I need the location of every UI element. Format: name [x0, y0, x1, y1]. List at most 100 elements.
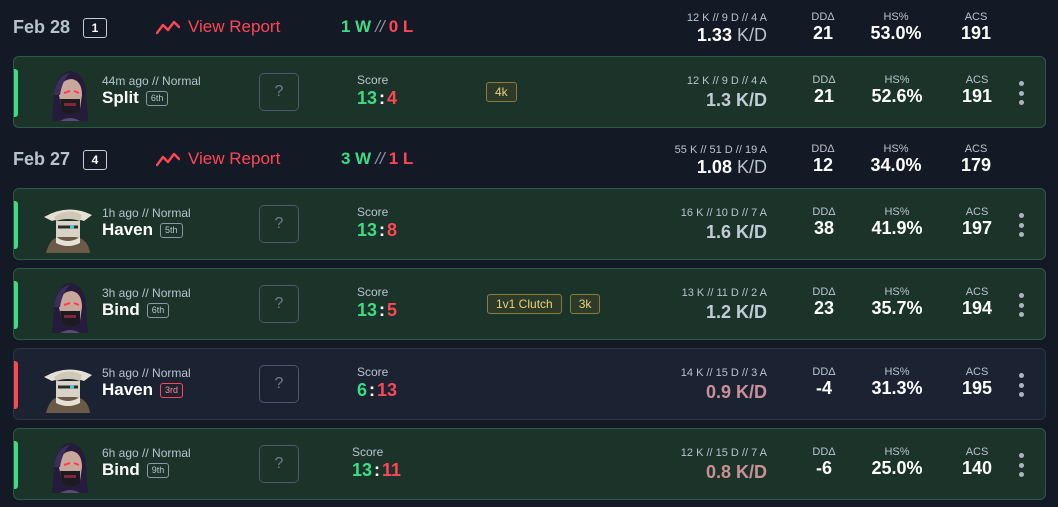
result-bar	[14, 441, 18, 489]
team-score: 13	[357, 300, 378, 320]
more-options-icon[interactable]	[1017, 373, 1025, 397]
hs-value: 35.7%	[871, 298, 923, 318]
match-card[interactable]: 1h ago // Normal Haven 5th ? Score 13:8 …	[13, 188, 1046, 260]
view-report-label: View Report	[188, 149, 281, 168]
win-loss-summary: 3 W//1 L	[341, 149, 413, 169]
match-hs-stat: HS% 25.0%	[863, 446, 931, 479]
dd-value: 21	[813, 86, 835, 106]
match-dd-stat: DDΔ 21	[801, 74, 847, 107]
result-bar	[14, 281, 18, 329]
match-kda: 12 K // 15 D // 7 A	[680, 447, 767, 459]
trend-chart-icon	[156, 152, 180, 167]
match-card[interactable]: 44m ago // Normal Split 6th ? Score 13:4…	[13, 56, 1046, 128]
hs-value: 41.9%	[871, 218, 923, 238]
acs-label: ACS	[965, 74, 989, 86]
match-acs-stat: ACS 194	[949, 286, 1005, 319]
hs-label: HS%	[883, 11, 909, 23]
match-hs-stat: HS% 31.3%	[863, 366, 931, 399]
day-header-feb-27: Feb 27 4 View Report 3 W//1 L 55 K // 51…	[0, 132, 1058, 186]
acs-value: 194	[961, 298, 993, 318]
more-options-icon[interactable]	[1017, 213, 1025, 237]
acs-value: 195	[961, 378, 993, 398]
losses-count: 0 L	[388, 17, 414, 36]
separator: //	[375, 17, 385, 36]
map-line: Haven 3rd	[102, 380, 184, 400]
enemy-score: 11	[382, 460, 402, 480]
score-label: Score	[357, 285, 389, 299]
map-name: Bind	[102, 460, 140, 479]
agent-reyna-portrait	[52, 283, 88, 333]
trend-chart-icon	[156, 20, 180, 35]
day-kda: 12 K // 9 D // 4 A	[686, 12, 767, 24]
acs-label: ACS	[965, 366, 989, 378]
dd-label: DDΔ	[811, 11, 835, 23]
match-meta: 6h ago // Normal	[102, 446, 191, 460]
unknown-rank-icon: ?	[259, 285, 299, 323]
match-acs-stat: ACS 197	[949, 206, 1005, 239]
score: Score 13:8	[357, 205, 397, 241]
map-name: Bind	[102, 300, 140, 319]
acs-label: ACS	[965, 446, 989, 458]
match-card[interactable]: 6h ago // Normal Bind 9th ? Score 13:11 …	[13, 428, 1046, 500]
dd-label: DDΔ	[812, 206, 836, 218]
map-line: Haven 5th	[102, 220, 183, 240]
day-acs-stat: ACS 191	[948, 11, 1004, 44]
result-bar	[14, 361, 18, 409]
badge: 1v1 Clutch	[487, 294, 562, 314]
losses-count: 1 L	[388, 149, 414, 168]
acs-label: ACS	[965, 286, 989, 298]
badge: 3k	[569, 294, 601, 314]
separator: //	[375, 149, 385, 168]
dd-label: DDΔ	[812, 366, 836, 378]
enemy-score: 8	[387, 220, 398, 240]
wins-count: 3 W	[341, 149, 372, 168]
score-separator: :	[369, 380, 376, 400]
day-kda: 55 K // 51 D // 19 A	[674, 144, 767, 156]
match-dd-stat: DDΔ -4	[801, 366, 847, 399]
view-report-button[interactable]: View Report	[156, 147, 280, 171]
dd-value: -4	[815, 378, 832, 398]
match-meta: 3h ago // Normal	[102, 286, 191, 300]
more-options-icon[interactable]	[1017, 293, 1025, 317]
hs-label: HS%	[883, 143, 909, 155]
placement-badge: 3rd	[160, 382, 184, 398]
match-card[interactable]: 5h ago // Normal Haven 3rd ? Score 6:13 …	[13, 348, 1046, 420]
match-kd: 0.9 K/D	[705, 382, 767, 402]
hs-label: HS%	[884, 286, 910, 298]
match-kd: 1.2 K/D	[705, 302, 767, 322]
match-meta: 1h ago // Normal	[102, 206, 191, 220]
hs-value: 52.6%	[871, 86, 923, 106]
day-kd: 1.33 K/D	[697, 25, 767, 46]
acs-value: 179	[960, 155, 992, 175]
hs-label: HS%	[884, 74, 910, 86]
match-card[interactable]: 3h ago // Normal Bind 6th ? Score 13:5 1…	[13, 268, 1046, 340]
day-dd-stat: DDΔ 21	[800, 11, 846, 44]
score-label: Score	[352, 445, 384, 459]
score-separator: :	[379, 300, 386, 320]
match-hs-stat: HS% 35.7%	[863, 286, 931, 319]
match-kda: 13 K // 11 D // 2 A	[681, 287, 767, 299]
result-bar	[14, 69, 18, 117]
match-hs-stat: HS% 52.6%	[863, 74, 931, 107]
score-separator: :	[379, 220, 386, 240]
match-acs-stat: ACS 140	[949, 446, 1005, 479]
hs-value: 53.0%	[870, 23, 922, 43]
agent-cypher-portrait	[44, 209, 92, 253]
acs-value: 140	[961, 458, 993, 478]
more-options-icon[interactable]	[1017, 453, 1025, 477]
more-options-icon[interactable]	[1017, 81, 1025, 105]
team-score: 6	[357, 380, 368, 400]
dd-value: 23	[813, 298, 835, 318]
match-dd-stat: DDΔ 38	[801, 206, 847, 239]
dd-value: -6	[815, 458, 832, 478]
team-score: 13	[357, 220, 378, 240]
map-line: Bind 9th	[102, 460, 170, 480]
dd-value: 38	[813, 218, 835, 238]
match-kda: 12 K // 9 D // 4 A	[686, 75, 767, 87]
view-report-button[interactable]: View Report	[156, 15, 280, 39]
day-match-count: 1	[83, 18, 107, 38]
map-name: Split	[102, 88, 139, 107]
match-kd: 1.6 K/D	[705, 222, 767, 242]
day-kd-unit: K/D	[736, 157, 767, 177]
badge: 4k	[486, 82, 517, 102]
